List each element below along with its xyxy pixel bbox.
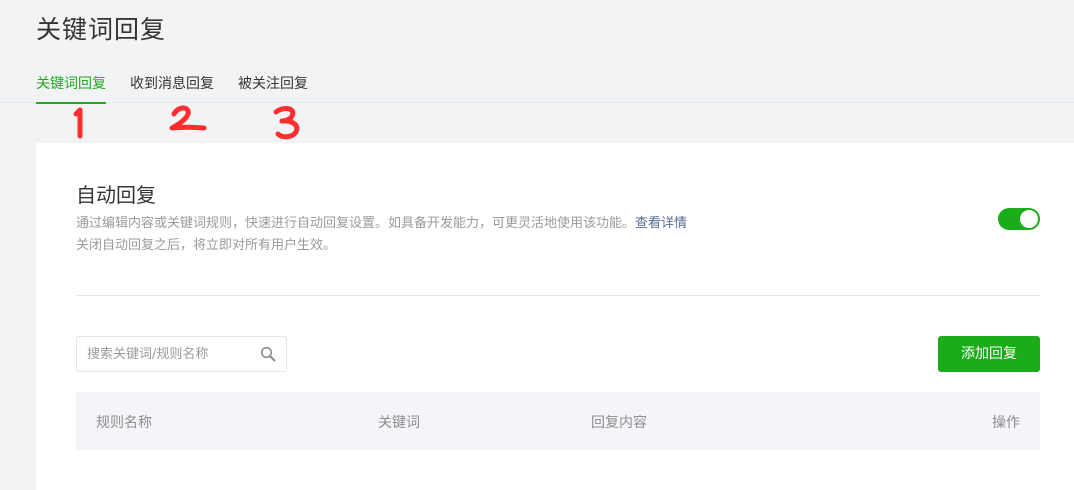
add-reply-button[interactable]: 添加回复 [938,336,1040,372]
view-details-link[interactable]: 查看详情 [635,216,687,231]
annotation-number-one [73,107,83,139]
column-header-reply-content: 回复内容 [591,415,647,431]
tab-message-reply[interactable]: 收到消息回复 [130,73,214,103]
tab-follow-reply[interactable]: 被关注回复 [238,73,308,103]
divider [76,295,1040,296]
auto-reply-card: 自动回复 通过编辑内容或关键词规则，快速进行自动回复设置。如具备开发能力，可更灵… [36,143,1074,490]
section-title: 自动回复 [76,183,156,207]
search-icon[interactable] [260,346,276,362]
desc-line-2: 关闭自动回复之后，将立即对所有用户生效。 [76,238,337,253]
toggle-knob [1020,210,1038,228]
annotation-number-two [169,105,207,131]
search-input[interactable] [87,337,257,371]
auto-reply-description: 通过编辑内容或关键词规则，快速进行自动回复设置。如具备开发能力，可更灵活地使用该… [76,213,687,257]
auto-reply-toggle[interactable] [998,208,1040,230]
column-header-keyword: 关键词 [378,415,420,431]
column-header-actions: 操作 [992,415,1020,431]
tab-keyword-reply[interactable]: 关键词回复 [36,73,106,104]
annotation-number-three [273,106,300,140]
table-header: 规则名称 关键词 回复内容 操作 [76,392,1040,450]
desc-line-1: 通过编辑内容或关键词规则，快速进行自动回复设置。如具备开发能力，可更灵活地使用该… [76,216,636,231]
page-title: 关键词回复 [36,15,167,44]
tabs-bar: 关键词回复 收到消息回复 被关注回复 [0,64,1074,104]
search-box [76,336,287,372]
column-header-rule-name: 规则名称 [96,415,152,431]
